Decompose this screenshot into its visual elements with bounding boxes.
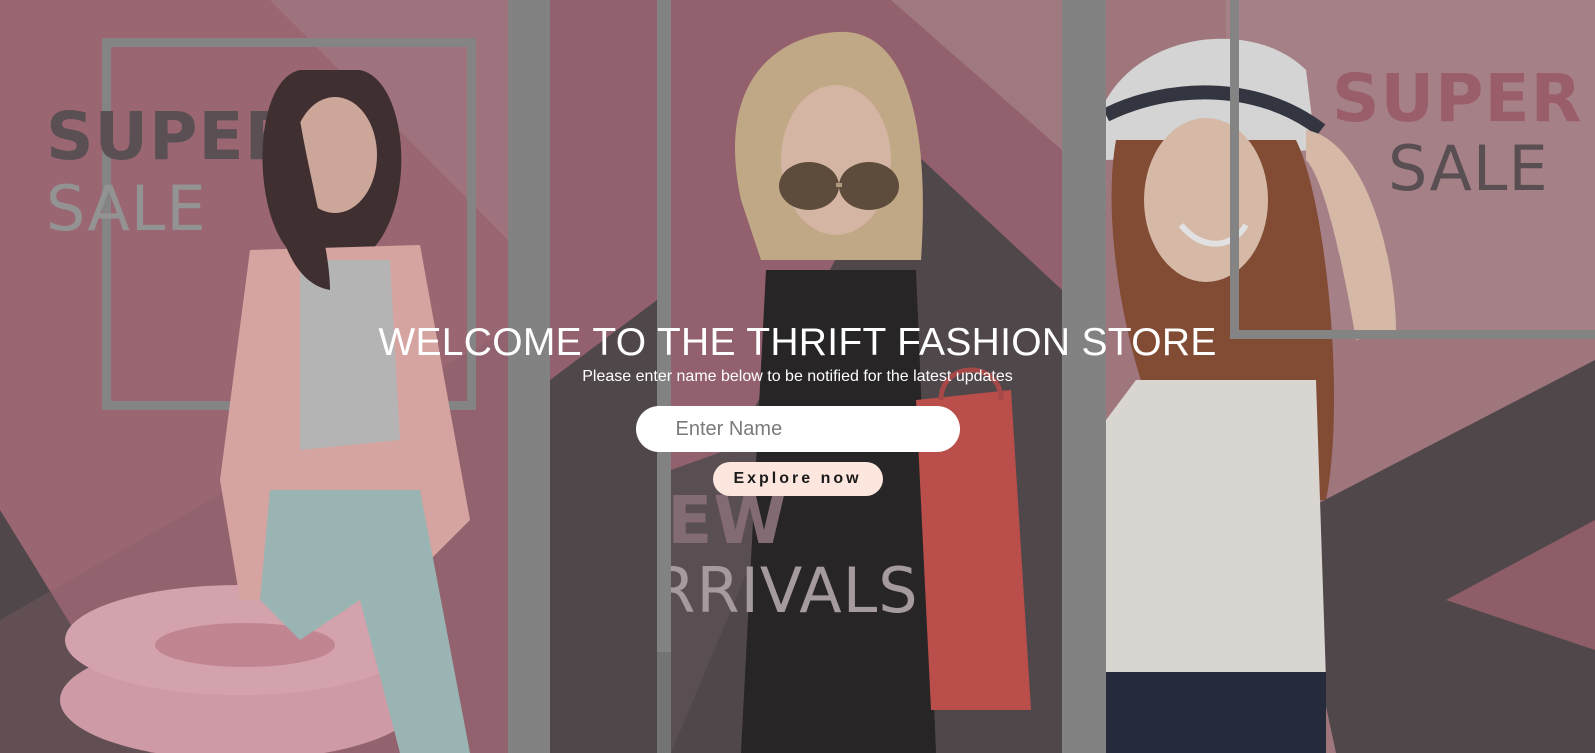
page-subtitle: Please enter name below to be notified f… [582, 368, 1013, 385]
hero-page: SUPER SALE EW RRIVALS SUPER SALE WELCOME… [0, 0, 1595, 753]
hero-content: WELCOME TO THE THRIFT FASHION STORE Plea… [0, 318, 1595, 496]
explore-now-button[interactable]: Explore now [712, 462, 883, 496]
page-title: WELCOME TO THE THRIFT FASHION STORE [378, 321, 1217, 364]
name-input[interactable] [635, 406, 960, 452]
